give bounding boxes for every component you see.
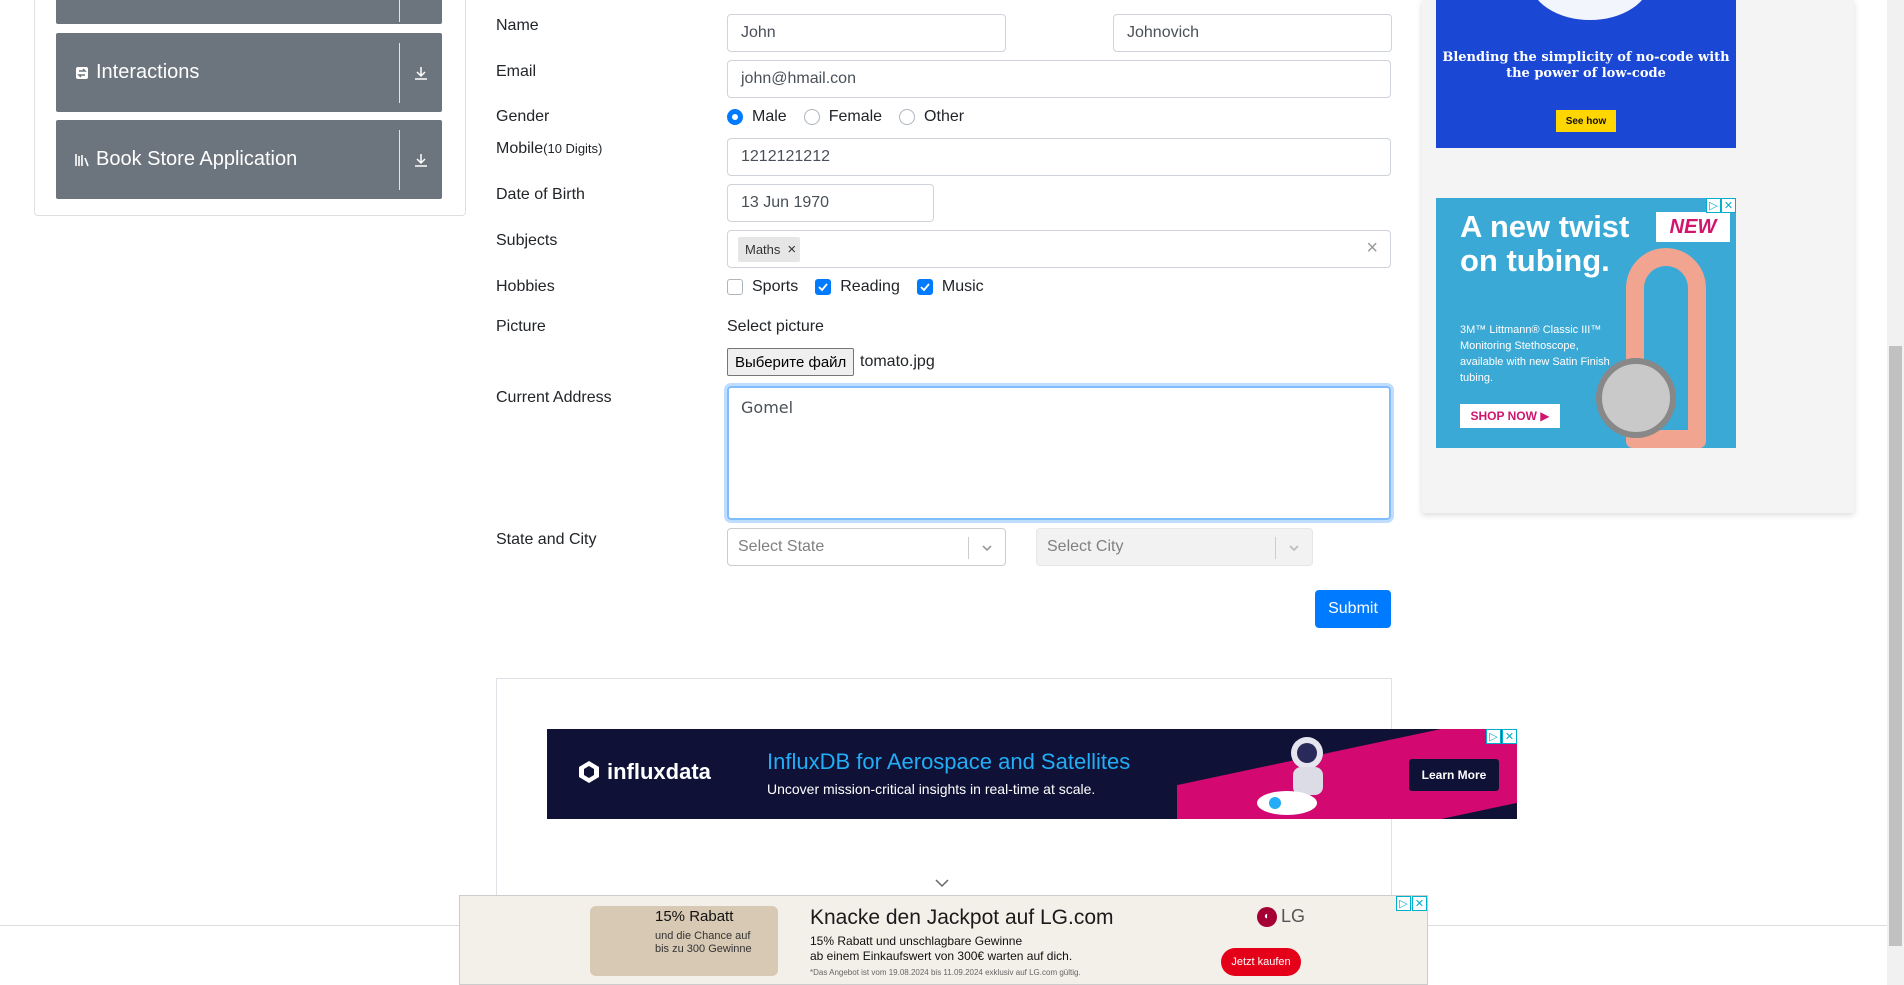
sidebar-group-label: Interactions: [96, 61, 200, 83]
influx-logo-icon: [579, 761, 599, 783]
first-name-input[interactable]: John: [727, 14, 1006, 52]
lg-prize-title: 15% Rabatt: [655, 908, 734, 925]
gender-options: Male Female Other: [727, 108, 981, 126]
current-address-textarea[interactable]: Gomel: [727, 386, 1391, 520]
city-select[interactable]: Select City: [1036, 528, 1313, 566]
hobby-reading-label[interactable]: Reading: [840, 278, 900, 296]
nocode-cta-button[interactable]: See how: [1556, 110, 1616, 132]
download-icon: [400, 65, 442, 81]
littmann-body: 3M™ Littmann® Classic III™ Monitoring St…: [1460, 324, 1610, 384]
littmann-headline: A new twist on tubing.: [1460, 209, 1630, 278]
lg-fine-print: *Das Angebot ist vom 19.08.2024 bis 11.0…: [810, 968, 1081, 977]
lg-line2: ab einem Einkaufswert von 300€ warten au…: [810, 949, 1073, 963]
hobbies-label: Hobbies: [496, 278, 555, 295]
ad-info-icon[interactable]: ▷: [1486, 729, 1501, 744]
mobile-input[interactable]: 1212121212: [727, 138, 1391, 176]
checkmark-icon: [920, 283, 930, 292]
state-select[interactable]: Select State: [727, 528, 1006, 566]
state-placeholder: Select State: [738, 538, 825, 555]
state-city-label: State and City: [496, 531, 597, 548]
chevron-down-icon: [977, 538, 997, 558]
mobile-hint: (10 Digits): [543, 141, 603, 156]
gender-label: Gender: [496, 108, 550, 125]
city-placeholder: Select City: [1047, 538, 1124, 555]
sidebar-group-label: Book Store Application: [96, 148, 298, 170]
gender-female-radio[interactable]: [803, 109, 820, 125]
subject-chip-label: Maths: [745, 241, 781, 257]
lg-logo-icon: ◐: [1257, 906, 1277, 927]
clear-icon[interactable]: ×: [1366, 237, 1378, 260]
book-icon: [74, 152, 90, 168]
page: Interactions Book Store Application Name…: [0, 0, 1904, 985]
mobile-label: Mobile(10 Digits): [496, 140, 602, 158]
influx-headline: InfluxDB for Aerospace and Satellites: [767, 749, 1131, 774]
influx-learn-more-button[interactable]: Learn More: [1409, 759, 1499, 791]
chevron-down-icon[interactable]: [934, 877, 950, 889]
littmann-new-badge: NEW: [1656, 212, 1730, 242]
sidebar-group-interactions[interactable]: Interactions: [56, 33, 442, 112]
ad-close-icon[interactable]: ✕: [1502, 729, 1517, 744]
file-upload-button[interactable]: Выберите файл: [727, 348, 855, 376]
address-label: Current Address: [496, 389, 612, 406]
gender-male-radio[interactable]: [727, 109, 743, 125]
influx-subline: Uncover mission-critical insights in rea…: [767, 781, 1096, 797]
hobby-reading-checkbox[interactable]: [815, 279, 832, 295]
influx-brand: influxdata: [607, 759, 711, 784]
littmann-ad[interactable]: A new twist on tubing. 3M™ Littmann® Cla…: [1436, 198, 1736, 448]
ad-close-icon[interactable]: ✕: [1721, 198, 1736, 213]
lg-buy-button[interactable]: Jetzt kaufen: [1221, 948, 1301, 976]
gender-other-label[interactable]: Other: [924, 108, 964, 126]
gender-female-label[interactable]: Female: [829, 108, 882, 126]
sidebar-group-widgets[interactable]: [56, 0, 442, 24]
download-icon: [400, 152, 442, 168]
lg-logo: ◐ LG: [1257, 906, 1305, 927]
last-name-input[interactable]: Johnovich: [1113, 14, 1392, 52]
ad-info-icon[interactable]: ▷: [1706, 198, 1721, 213]
lg-logo-text: LG: [1281, 906, 1306, 926]
ad-info-icon[interactable]: ▷: [1396, 896, 1411, 911]
scrollbar[interactable]: [1887, 0, 1904, 985]
hobby-music-checkbox[interactable]: [916, 279, 933, 295]
littmann-shop-button[interactable]: SHOP NOW ▶: [1460, 404, 1560, 428]
sidebar-group-book-store[interactable]: Book Store Application: [56, 120, 442, 199]
influx-ad[interactable]: influxdata InfluxDB for Aerospace and Sa…: [547, 729, 1517, 819]
dob-input[interactable]: 13 Jun 1970: [727, 184, 934, 222]
interactions-icon: [74, 65, 90, 81]
nocode-ad[interactable]: Blending the simplicity of no-code with …: [1436, 0, 1736, 148]
checkmark-icon: [818, 283, 828, 292]
hobby-sports-label[interactable]: Sports: [752, 278, 798, 296]
picture-label: Picture: [496, 318, 546, 335]
email-label: Email: [496, 63, 537, 80]
lg-prize-sub: und die Chance auf bis zu 300 Gewinne: [655, 930, 752, 955]
hobby-music-label[interactable]: Music: [942, 278, 984, 296]
dob-label: Date of Birth: [496, 186, 585, 203]
lg-ad[interactable]: 15% Rabatt und die Chance auf bis zu 300…: [459, 895, 1428, 985]
code-icon: [1530, 0, 1650, 20]
scrollbar-thumb[interactable]: [1889, 346, 1902, 946]
email-input[interactable]: john@hmail.con: [727, 60, 1391, 98]
submit-button[interactable]: Submit: [1315, 590, 1391, 628]
mobile-label-text: Mobile: [496, 140, 544, 157]
gender-other-radio[interactable]: [899, 109, 916, 125]
gender-male-label[interactable]: Male: [752, 108, 787, 126]
nocode-text: Blending the simplicity of no-code with …: [1442, 50, 1730, 81]
chevron-down-icon: [1284, 538, 1304, 558]
lg-headline: Knacke den Jackpot auf LG.com: [810, 906, 1114, 929]
chip-remove-icon[interactable]: ×: [787, 241, 796, 258]
lg-line1: 15% Rabatt und unschlagbare Gewinne: [810, 934, 1023, 948]
file-name: tomato.jpg: [860, 353, 935, 370]
astronaut-icon: [1257, 737, 1323, 815]
subjects-input[interactable]: Maths × ×: [727, 230, 1391, 268]
subject-chip: Maths ×: [738, 236, 801, 262]
ad-close-icon[interactable]: ✕: [1412, 896, 1427, 911]
name-label: Name: [496, 17, 539, 34]
select-picture-label: Select picture: [727, 318, 824, 335]
subjects-label: Subjects: [496, 232, 558, 249]
hobby-sports-checkbox[interactable]: [727, 279, 743, 295]
hobbies-options: Sports Reading Music: [727, 278, 1001, 296]
